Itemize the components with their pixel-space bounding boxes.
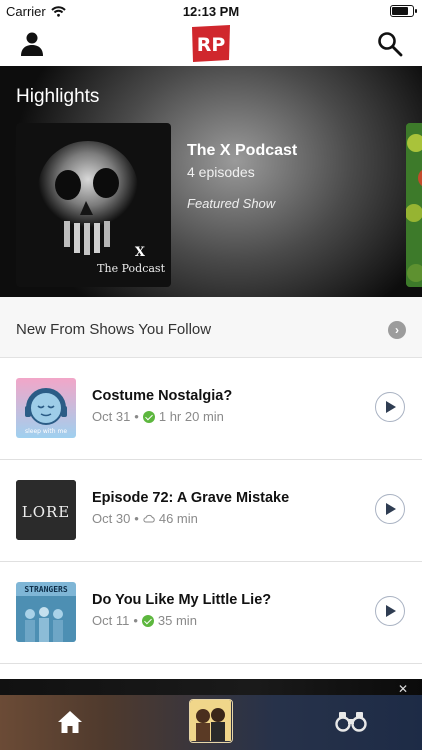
section-title: New From Shows You Follow bbox=[16, 321, 212, 338]
highlights-title: Highlights bbox=[16, 86, 100, 107]
cloud-icon bbox=[143, 514, 155, 523]
artwork-title: X bbox=[134, 245, 145, 260]
search-icon[interactable] bbox=[376, 30, 404, 58]
featured-episode-count: 4 episodes bbox=[187, 164, 255, 180]
episode-title: Do You Like My Little Lie? bbox=[92, 592, 272, 608]
episode-meta: Oct 11 • 35 min bbox=[92, 613, 197, 628]
status-bar: Carrier 12:13 PM bbox=[0, 0, 422, 22]
play-button[interactable] bbox=[375, 596, 405, 626]
episode-duration: 46 min bbox=[158, 511, 198, 526]
episode-meta: Oct 30 • 46 min bbox=[92, 511, 198, 526]
episode-row[interactable]: STRANGERS Do You Like My Little Lie? Oct… bbox=[0, 562, 422, 664]
bottom-tab-bar bbox=[0, 695, 422, 750]
meta-separator: • bbox=[134, 409, 139, 424]
artwork-label: sleep with me bbox=[25, 428, 67, 435]
next-featured-artwork[interactable] bbox=[406, 123, 422, 287]
episode-date: Oct 11 bbox=[92, 613, 130, 628]
episode-title: Episode 72: A Grave Mistake bbox=[92, 490, 290, 506]
battery-icon bbox=[390, 5, 417, 17]
close-icon[interactable]: ✕ bbox=[398, 683, 408, 695]
episode-row[interactable]: LORE Episode 72: A Grave Mistake Oct 30 … bbox=[0, 460, 422, 562]
chevron-right-icon[interactable]: › bbox=[388, 321, 406, 339]
strangers-artwork: STRANGERS bbox=[16, 582, 76, 642]
top-nav-bar: RP bbox=[0, 22, 422, 66]
episode-title: Costume Nostalgia? bbox=[92, 388, 233, 404]
play-button[interactable] bbox=[375, 392, 405, 422]
featured-show-title[interactable]: The X Podcast bbox=[187, 142, 297, 160]
episode-artwork: sleep with me bbox=[16, 378, 76, 438]
mini-player[interactable]: ✕ bbox=[0, 679, 422, 695]
logo-text: RP bbox=[197, 34, 226, 56]
app-logo[interactable]: RP bbox=[191, 25, 231, 63]
highlights-carousel[interactable]: Highlights X The Podcast The X Podcast 4… bbox=[0, 66, 422, 297]
now-playing-art bbox=[190, 700, 231, 741]
profile-icon[interactable] bbox=[18, 30, 46, 58]
episode-duration: 35 min bbox=[157, 613, 197, 628]
downloaded-check-icon bbox=[141, 614, 154, 627]
downloaded-check-icon bbox=[142, 410, 155, 423]
now-playing-artwork[interactable] bbox=[189, 699, 233, 743]
sleep-artwork: sleep with me bbox=[16, 378, 76, 438]
episode-date: Oct 31 bbox=[92, 409, 131, 424]
meta-separator: • bbox=[134, 511, 139, 526]
episode-artwork: LORE bbox=[16, 480, 76, 540]
meta-separator: • bbox=[133, 613, 138, 628]
binoculars-icon[interactable] bbox=[335, 710, 367, 732]
artwork-subtitle: The Podcast bbox=[97, 262, 165, 275]
episode-artwork: STRANGERS bbox=[16, 582, 76, 642]
next-artwork-pattern bbox=[406, 123, 422, 287]
new-from-follows-header[interactable]: New From Shows You Follow › bbox=[0, 297, 422, 358]
episode-meta: Oct 31 • 1 hr 20 min bbox=[92, 409, 224, 424]
episode-row[interactable]: sleep with me Costume Nostalgia? Oct 31 … bbox=[0, 358, 422, 460]
home-icon[interactable] bbox=[57, 709, 83, 735]
episode-date: Oct 30 bbox=[92, 511, 131, 526]
artwork-label: LORE bbox=[22, 503, 71, 521]
episode-duration: 1 hr 20 min bbox=[158, 409, 224, 424]
status-time: 12:13 PM bbox=[182, 4, 240, 19]
lore-artwork: LORE bbox=[16, 480, 76, 540]
artwork-label: STRANGERS bbox=[24, 585, 68, 594]
play-button[interactable] bbox=[375, 494, 405, 524]
featured-show-artwork[interactable]: X The Podcast bbox=[16, 123, 171, 287]
featured-show-tag: Featured Show bbox=[187, 196, 276, 211]
